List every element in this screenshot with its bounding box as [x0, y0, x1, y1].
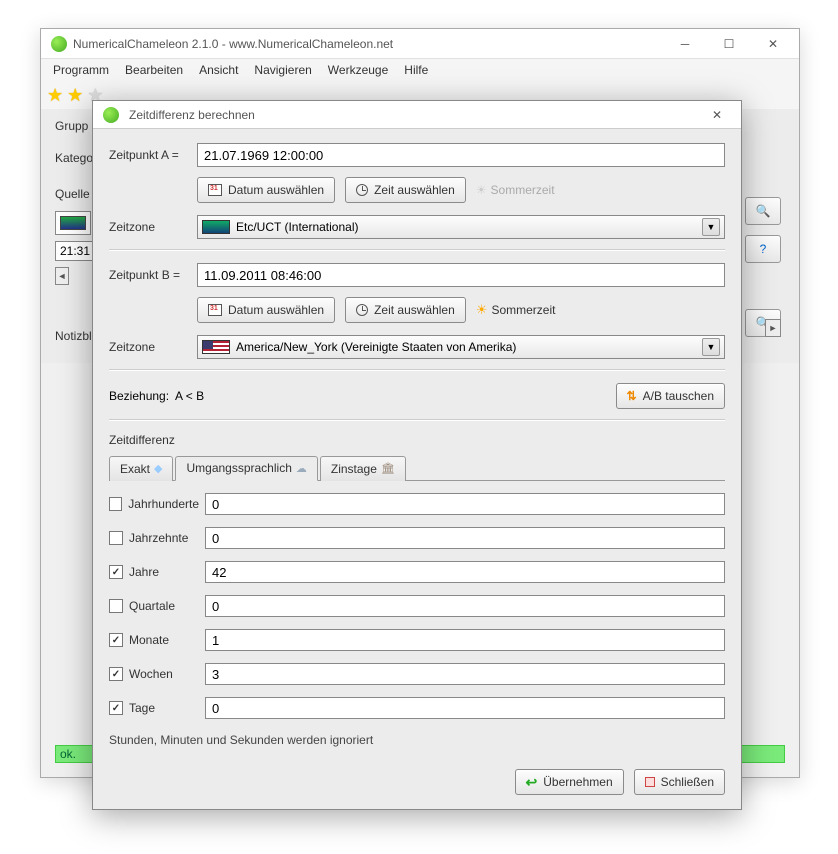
unit-value-input[interactable] — [205, 663, 725, 685]
menu-navigieren[interactable]: Navigieren — [246, 60, 319, 80]
unit-label: Jahre — [129, 565, 159, 579]
main-titlebar: NumericalChameleon 2.1.0 - www.Numerical… — [41, 29, 799, 59]
ignore-note: Stunden, Minuten und Sekunden werden ign… — [109, 733, 725, 747]
close-icon — [645, 777, 655, 787]
flag-us-icon — [202, 340, 230, 354]
unit-checkbox[interactable] — [109, 667, 123, 681]
gem-icon: ◆ — [154, 462, 162, 475]
point-a-label: Zeitpunkt A = — [109, 148, 197, 162]
unit-checkbox[interactable] — [109, 565, 123, 579]
scroll-left-button[interactable]: ◄ — [55, 267, 69, 285]
relation-label: Beziehung: — [109, 389, 169, 403]
search-button[interactable]: 🔍 — [745, 197, 781, 225]
unit-row: Wochen — [109, 663, 725, 685]
scroll-right-button[interactable]: ► — [765, 319, 781, 337]
main-title: NumericalChameleon 2.1.0 - www.Numerical… — [73, 37, 663, 51]
tz-b-combo[interactable]: America/New_York (Vereinigte Staaten von… — [197, 335, 725, 359]
unit-value-input[interactable] — [205, 493, 725, 515]
unit-label: Tage — [129, 701, 155, 715]
source-value[interactable]: 21:31 — [55, 241, 95, 261]
menu-bearbeiten[interactable]: Bearbeiten — [117, 60, 191, 80]
time-diff-dialog: Zeitdifferenz berechnen ✕ Zeitpunkt A = … — [92, 100, 742, 810]
right-button-column: 🔍 ? 🔍 — [745, 197, 781, 337]
point-b-input[interactable] — [197, 263, 725, 287]
tz-b-label: Zeitzone — [109, 340, 197, 354]
unit-row: Jahrhunderte — [109, 493, 725, 515]
dialog-titlebar: Zeitdifferenz berechnen ✕ — [93, 101, 741, 129]
unit-label: Jahrhunderte — [128, 497, 199, 511]
star-icon[interactable]: ★ — [47, 85, 63, 106]
unit-value-input[interactable] — [205, 527, 725, 549]
calendar-icon — [208, 184, 222, 196]
dst-b-label: ☀Sommerzeit — [476, 302, 556, 318]
menubar: Programm Bearbeiten Ansicht Navigieren W… — [41, 59, 799, 81]
swap-icon: ⇅ — [627, 389, 637, 403]
unit-label: Wochen — [129, 667, 173, 681]
diff-section-label: Zeitdifferenz — [109, 433, 725, 447]
swap-button[interactable]: ⇅A/B tauschen — [616, 383, 725, 409]
maximize-button[interactable]: ☐ — [707, 29, 751, 59]
unit-value-input[interactable] — [205, 561, 725, 583]
unit-checkbox[interactable] — [109, 599, 123, 613]
unit-value-input[interactable] — [205, 697, 725, 719]
app-icon — [103, 107, 119, 123]
apply-icon: ↩ — [526, 774, 538, 791]
sun-icon: ☀ — [476, 302, 488, 318]
status-text: ok. — [60, 747, 76, 761]
tab-zinstage[interactable]: Zinstage🏛 — [320, 456, 406, 481]
close-button[interactable]: ✕ — [751, 29, 795, 59]
unit-value-input[interactable] — [205, 629, 725, 651]
unit-row: Monate — [109, 629, 725, 651]
tabbar: Exakt◆ Umgangssprachlich☁ Zinstage🏛 — [109, 455, 725, 481]
tab-umgang[interactable]: Umgangssprachlich☁ — [175, 456, 317, 481]
flag-intl-icon — [202, 220, 230, 234]
menu-hilfe[interactable]: Hilfe — [396, 60, 436, 80]
dialog-close-button[interactable]: ✕ — [697, 100, 737, 130]
unit-value-input[interactable] — [205, 595, 725, 617]
tz-a-text: Etc/UCT (International) — [236, 220, 359, 234]
unit-label: Monate — [129, 633, 169, 647]
tz-a-label: Zeitzone — [109, 220, 197, 234]
unit-row: Jahrzehnte — [109, 527, 725, 549]
chevron-down-icon: ▼ — [702, 218, 720, 236]
pick-date-a-button[interactable]: Datum auswählen — [197, 177, 335, 203]
dst-a-disabled: ☀Sommerzeit — [476, 183, 555, 197]
menu-programm[interactable]: Programm — [45, 60, 117, 80]
flag-icon — [60, 216, 86, 230]
tab-exakt[interactable]: Exakt◆ — [109, 456, 173, 481]
app-icon — [51, 36, 67, 52]
unit-row: Tage — [109, 697, 725, 719]
clock-icon — [356, 184, 368, 196]
clock-icon — [356, 304, 368, 316]
help-button[interactable]: ? — [745, 235, 781, 263]
chevron-down-icon: ▼ — [702, 338, 720, 356]
point-b-label: Zeitpunkt B = — [109, 268, 197, 282]
pick-time-b-button[interactable]: Zeit auswählen — [345, 297, 466, 323]
calendar-icon — [208, 304, 222, 316]
menu-werkzeuge[interactable]: Werkzeuge — [320, 60, 396, 80]
tz-b-text: America/New_York (Vereinigte Staaten von… — [236, 340, 516, 354]
unit-checkbox[interactable] — [109, 701, 123, 715]
unit-row: Jahre — [109, 561, 725, 583]
unit-checkbox[interactable] — [109, 633, 123, 647]
unit-label: Quartale — [129, 599, 175, 613]
bank-icon: 🏛 — [381, 462, 395, 475]
apply-button[interactable]: ↩Übernehmen — [515, 769, 624, 795]
source-flag-box[interactable] — [55, 211, 91, 235]
cloud-icon: ☁ — [296, 462, 307, 475]
unit-label: Jahrzehnte — [129, 531, 188, 545]
minimize-button[interactable]: ─ — [663, 29, 707, 59]
unit-checkbox[interactable] — [109, 497, 122, 511]
tz-a-combo[interactable]: Etc/UCT (International) ▼ — [197, 215, 725, 239]
pick-date-b-button[interactable]: Datum auswählen — [197, 297, 335, 323]
relation-value: A < B — [175, 389, 204, 403]
dialog-title: Zeitdifferenz berechnen — [129, 108, 697, 122]
star-icon[interactable]: ★ — [67, 85, 83, 106]
pick-time-a-button[interactable]: Zeit auswählen — [345, 177, 466, 203]
unit-checkbox[interactable] — [109, 531, 123, 545]
point-a-input[interactable] — [197, 143, 725, 167]
close-button[interactable]: Schließen — [634, 769, 725, 795]
unit-row: Quartale — [109, 595, 725, 617]
menu-ansicht[interactable]: Ansicht — [191, 60, 246, 80]
